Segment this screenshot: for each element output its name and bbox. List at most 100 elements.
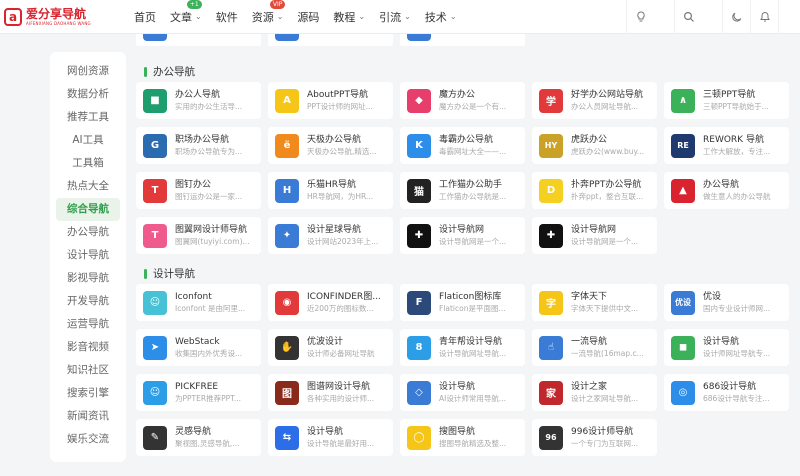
site-card-desc: 近200万的图标数... [307, 304, 374, 313]
sidebar-item[interactable]: 搜索引擎 [56, 382, 120, 405]
site-card[interactable]: ➤ WebStack 收集国内外优秀设... [136, 329, 261, 366]
sidebar-item[interactable]: 网创资源 [56, 60, 120, 83]
site-card[interactable]: ◯ 搜图导航 搜图导航精选及整... [400, 419, 525, 456]
site-card[interactable]: H 乐猫HR导航 HR导航网，为HR... [268, 172, 393, 209]
bulb-icon[interactable] [626, 0, 654, 34]
sidebar-item[interactable]: 影视导航 [56, 267, 120, 290]
site-card-desc: 设计导航网是一个... [571, 237, 639, 246]
site-card-text: Flaticon图标库 Flaticon是平面图... [439, 291, 525, 314]
site-card[interactable]: 96 996设计师导航 一个专门为互联网... [532, 419, 657, 456]
site-card-title: Iconfont [175, 292, 212, 302]
site-logo-icon: ◎ [671, 380, 695, 405]
sidebar-item[interactable]: 数据分析 [56, 83, 120, 106]
sidebar-item[interactable]: 设计导航 [56, 244, 120, 267]
site-card[interactable]: ▲ 办公导航 做生意人的办公导航 [664, 172, 789, 209]
site-card[interactable]: ◼ 设计导航 设计师网址导航专... [664, 329, 789, 366]
site-card[interactable]: 8 青年帮设计导航 设计导航网址导航... [400, 329, 525, 366]
site-card[interactable]: T 图钉办公 图钉运办公是一家... [136, 172, 261, 209]
site-card-desc: 聚视图,灵感导航,... [175, 439, 240, 448]
nav-item-0[interactable]: 首页 [134, 9, 156, 25]
site-logo-icon: ✚ [539, 223, 563, 248]
site-card[interactable]: 猫工作猫办公助手 工作猫办公导航是... [400, 172, 525, 209]
site-card-title: 天极办公导航 [307, 135, 362, 145]
site-logo-icon: 优设 [671, 290, 695, 315]
site-card[interactable]: 家设计之家 设计之家网址导航... [532, 374, 657, 411]
sidebar-item[interactable]: 运营导航 [56, 313, 120, 336]
site-card[interactable]: G 职场办公导航 职场办公导航专为... [136, 127, 261, 164]
site-card-desc: HR导航网，为HR... [307, 192, 374, 201]
site-card-text: 魔方办公 魔方办公是一个有... [439, 89, 525, 112]
site-card[interactable]: F Flaticon图标库 Flaticon是平面图... [400, 284, 525, 321]
site-card[interactable]: ■ 办公人导航 实用的办公生活导... [136, 82, 261, 119]
site-card-text: 图钉办公 图钉运办公是一家... [175, 179, 261, 202]
site-card[interactable]: ☺ PICKFREE 为PPTER推荐PPT... [136, 374, 261, 411]
site-card[interactable]: ✋ 优波设计 设计师必备网址导航 [268, 329, 393, 366]
site-card-text: 办公人导航 实用的办公生活导... [175, 89, 261, 112]
sidebar-item[interactable]: 热点大全 [56, 175, 120, 198]
site-card-title: Flaticon图标库 [439, 292, 502, 302]
site-logo-icon: K [407, 133, 431, 158]
site-card[interactable]: 学好学办公网站导航 办公人员网址导航... [532, 82, 657, 119]
site-card[interactable]: 字字体天下 字体天下提供中文... [532, 284, 657, 321]
site-card[interactable]: ✚ 设计导航网 设计导航网是一个... [532, 217, 657, 254]
sidebar-item[interactable]: AI工具 [56, 129, 120, 152]
sidebar-item[interactable]: 开发导航 [56, 290, 120, 313]
menu-icon[interactable] [778, 0, 800, 34]
nav-item-2[interactable]: 软件 [216, 9, 238, 25]
site-logo-icon: H [275, 178, 299, 203]
sidebar-item[interactable]: 影音视频 [56, 336, 120, 359]
search-icon[interactable] [674, 0, 702, 34]
nav-item-label: 技术 [424, 10, 447, 24]
site-card-title: 搜图导航 [439, 427, 476, 437]
sidebar-item[interactable]: 推荐工具 [56, 106, 120, 129]
nav-item-5[interactable]: 教程 ⌄ [333, 9, 365, 25]
sidebar-item[interactable]: 知识社区 [56, 359, 120, 382]
nav-item-4[interactable]: 源码 [297, 9, 319, 25]
sidebar-item[interactable]: 新闻资讯 [56, 405, 120, 428]
site-card[interactable]: ë 天极办公导航 天极办公导航,精选... [268, 127, 393, 164]
site-card[interactable]: ⇆ 设计导航 设计导航是最好用... [268, 419, 393, 456]
site-card[interactable]: 今日热点大全 [136, 34, 261, 46]
nav-item-6[interactable]: 引流 ⌄ [379, 9, 411, 25]
site-card[interactable]: K 毒霸办公导航 毒霸网址大全——... [400, 127, 525, 164]
site-logo-icon: ➤ [143, 335, 167, 360]
site-card[interactable]: 方舟数据全... [400, 34, 525, 46]
site-card-text: 设计导航 设计导航是最好用... [307, 426, 393, 449]
site-logo-icon: A [275, 88, 299, 113]
sidebar-item[interactable]: 娱乐交流 [56, 428, 120, 451]
site-card[interactable]: 优设 优设 国内专业设计师网... [664, 284, 789, 321]
site-card-title: 设计导航 [439, 382, 476, 392]
nav-item-1[interactable]: 文章 ⌄ +1 [170, 0, 202, 25]
site-card[interactable]: ✚ 设计导航网 设计导航网是一个... [400, 217, 525, 254]
sidebar-item[interactable]: 办公导航 [56, 221, 120, 244]
site-card[interactable]: ∧ 三顿PPT导航 三顿PPT导航始于... [664, 82, 789, 119]
site-card[interactable]: 大数据导航，链接大... [268, 34, 393, 46]
nav-item-3[interactable]: 资源 ⌄ VIP [252, 0, 286, 25]
nav-item-7[interactable]: 技术 ⌄ [425, 9, 457, 25]
moon-icon[interactable] [722, 0, 750, 34]
site-card[interactable]: A AboutPPT导航 PPT设计师的网址... [268, 82, 393, 119]
site-card[interactable]: ☝ 一流导航 一流导航(16map.c... [532, 329, 657, 366]
site-card-desc: 扑奔ppt，整合互联... [571, 192, 644, 201]
site-card-desc: 设计导航是最好用... [307, 439, 375, 448]
sidebar-item[interactable]: 综合导航 [56, 198, 120, 221]
site-card[interactable]: 图图谱网设计导航 各种实用的设计师... [268, 374, 393, 411]
site-card[interactable]: RE REWORK 导航 工作大解放，专注... [664, 127, 789, 164]
site-card[interactable]: ◉ ICONFINDER图... 近200万的图标数... [268, 284, 393, 321]
site-card[interactable]: ✦ 设计星球导航 设计网站2023年上... [268, 217, 393, 254]
site-logo[interactable]: a 爱分享导航 AIFENXIANG DAOHANG WANG [4, 7, 124, 26]
site-card[interactable]: ◆ 魔方办公 魔方办公是一个有... [400, 82, 525, 119]
bell-icon[interactable] [750, 0, 778, 34]
section-marker [144, 66, 147, 77]
site-card[interactable]: ☺ Iconfont Iconfont 是由阿里... [136, 284, 261, 321]
site-card[interactable]: ◇ 设计导航 AI设计师常用导航... [400, 374, 525, 411]
site-card[interactable]: HY 虎跃办公 虎跃办公(www.buy... [532, 127, 657, 164]
sidebar-item[interactable]: 工具箱 [56, 152, 120, 175]
chevron-down-icon: ⌄ [358, 12, 366, 21]
site-card[interactable]: D 扑奔PPT办公导航 扑奔ppt，整合互联... [532, 172, 657, 209]
site-card[interactable]: ◎ 686设计导航 686设计导航专注... [664, 374, 789, 411]
site-card[interactable]: T 图翼网设计师导航 图翼网(tuyiyi.com)... [136, 217, 261, 254]
site-card-title: 职场办公导航 [175, 135, 230, 145]
chevron-down-icon: ⌄ [404, 12, 411, 21]
site-card[interactable]: ✎ 灵感导航 聚视图,灵感导航,... [136, 419, 261, 456]
